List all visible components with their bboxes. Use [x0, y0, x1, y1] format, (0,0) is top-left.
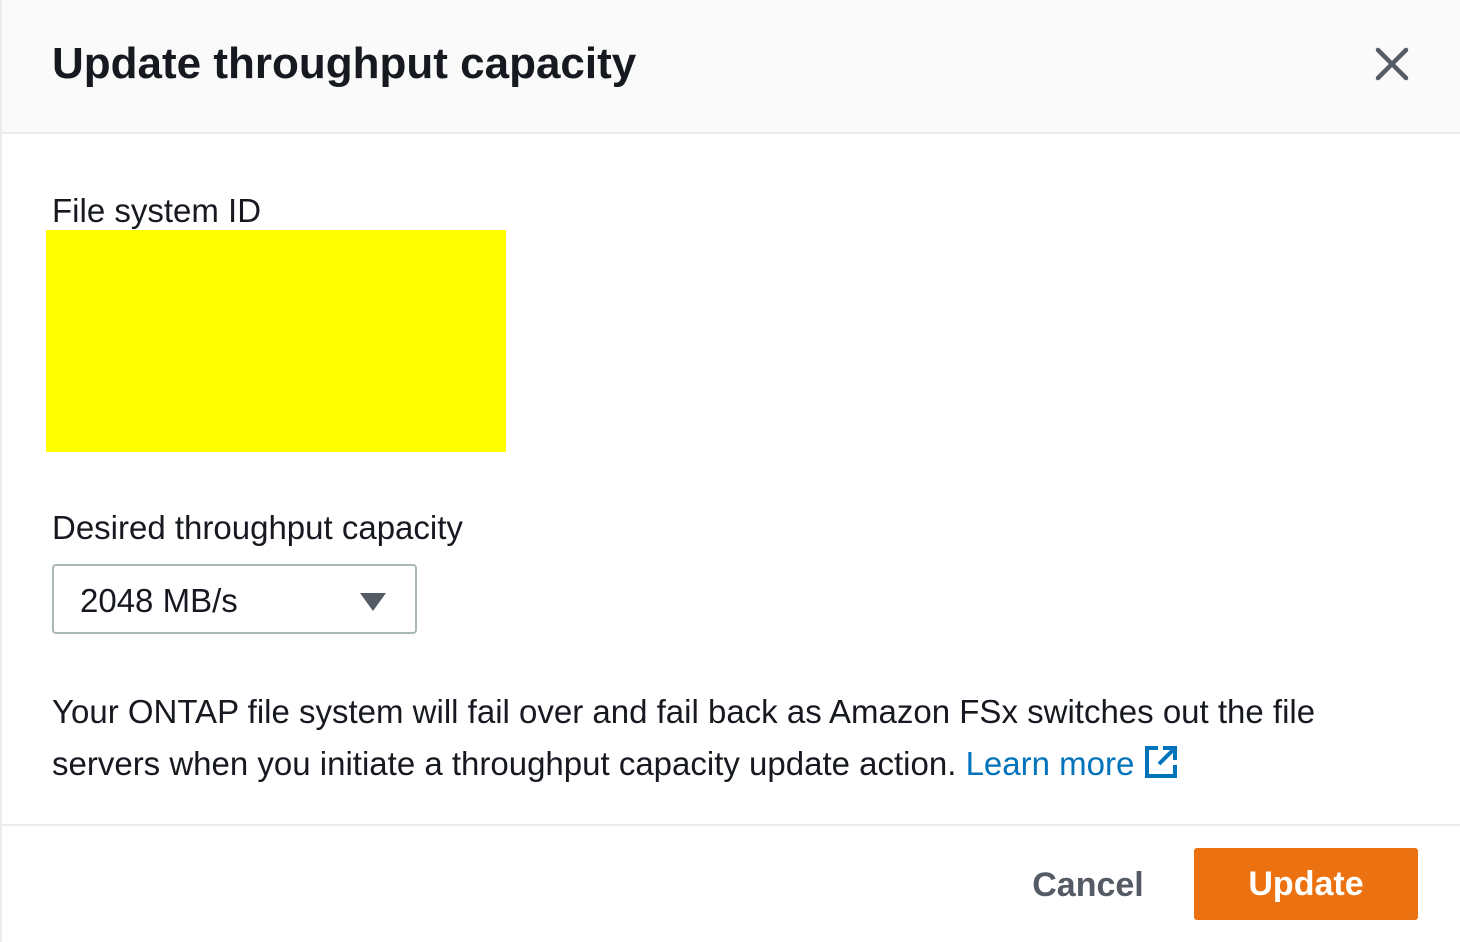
throughput-capacity-select[interactable]: 2048 MB/s	[52, 564, 417, 634]
throughput-capacity-label: Desired throughput capacity	[52, 509, 463, 546]
close-button[interactable]	[1364, 36, 1420, 92]
file-system-id-label: File system ID	[52, 192, 262, 229]
learn-more-link[interactable]: Learn more	[966, 745, 1179, 782]
close-icon	[1375, 47, 1409, 81]
external-link-icon	[1145, 746, 1178, 778]
modal-title: Update throughput capacity	[52, 39, 637, 88]
failover-notice: Your ONTAP file system will fail over an…	[52, 686, 1412, 790]
update-throughput-modal: Update throughput capacity File system I…	[0, 0, 1460, 942]
caret-down-icon	[360, 593, 386, 611]
footer-divider	[2, 824, 1460, 826]
cancel-button[interactable]: Cancel	[1012, 850, 1164, 920]
file-system-id-redacted-value	[46, 230, 506, 452]
update-button[interactable]: Update	[1194, 848, 1418, 920]
throughput-capacity-selected-value: 2048 MB/s	[80, 582, 238, 619]
modal-header: Update throughput capacity	[2, 0, 1460, 134]
learn-more-label: Learn more	[965, 745, 1135, 782]
